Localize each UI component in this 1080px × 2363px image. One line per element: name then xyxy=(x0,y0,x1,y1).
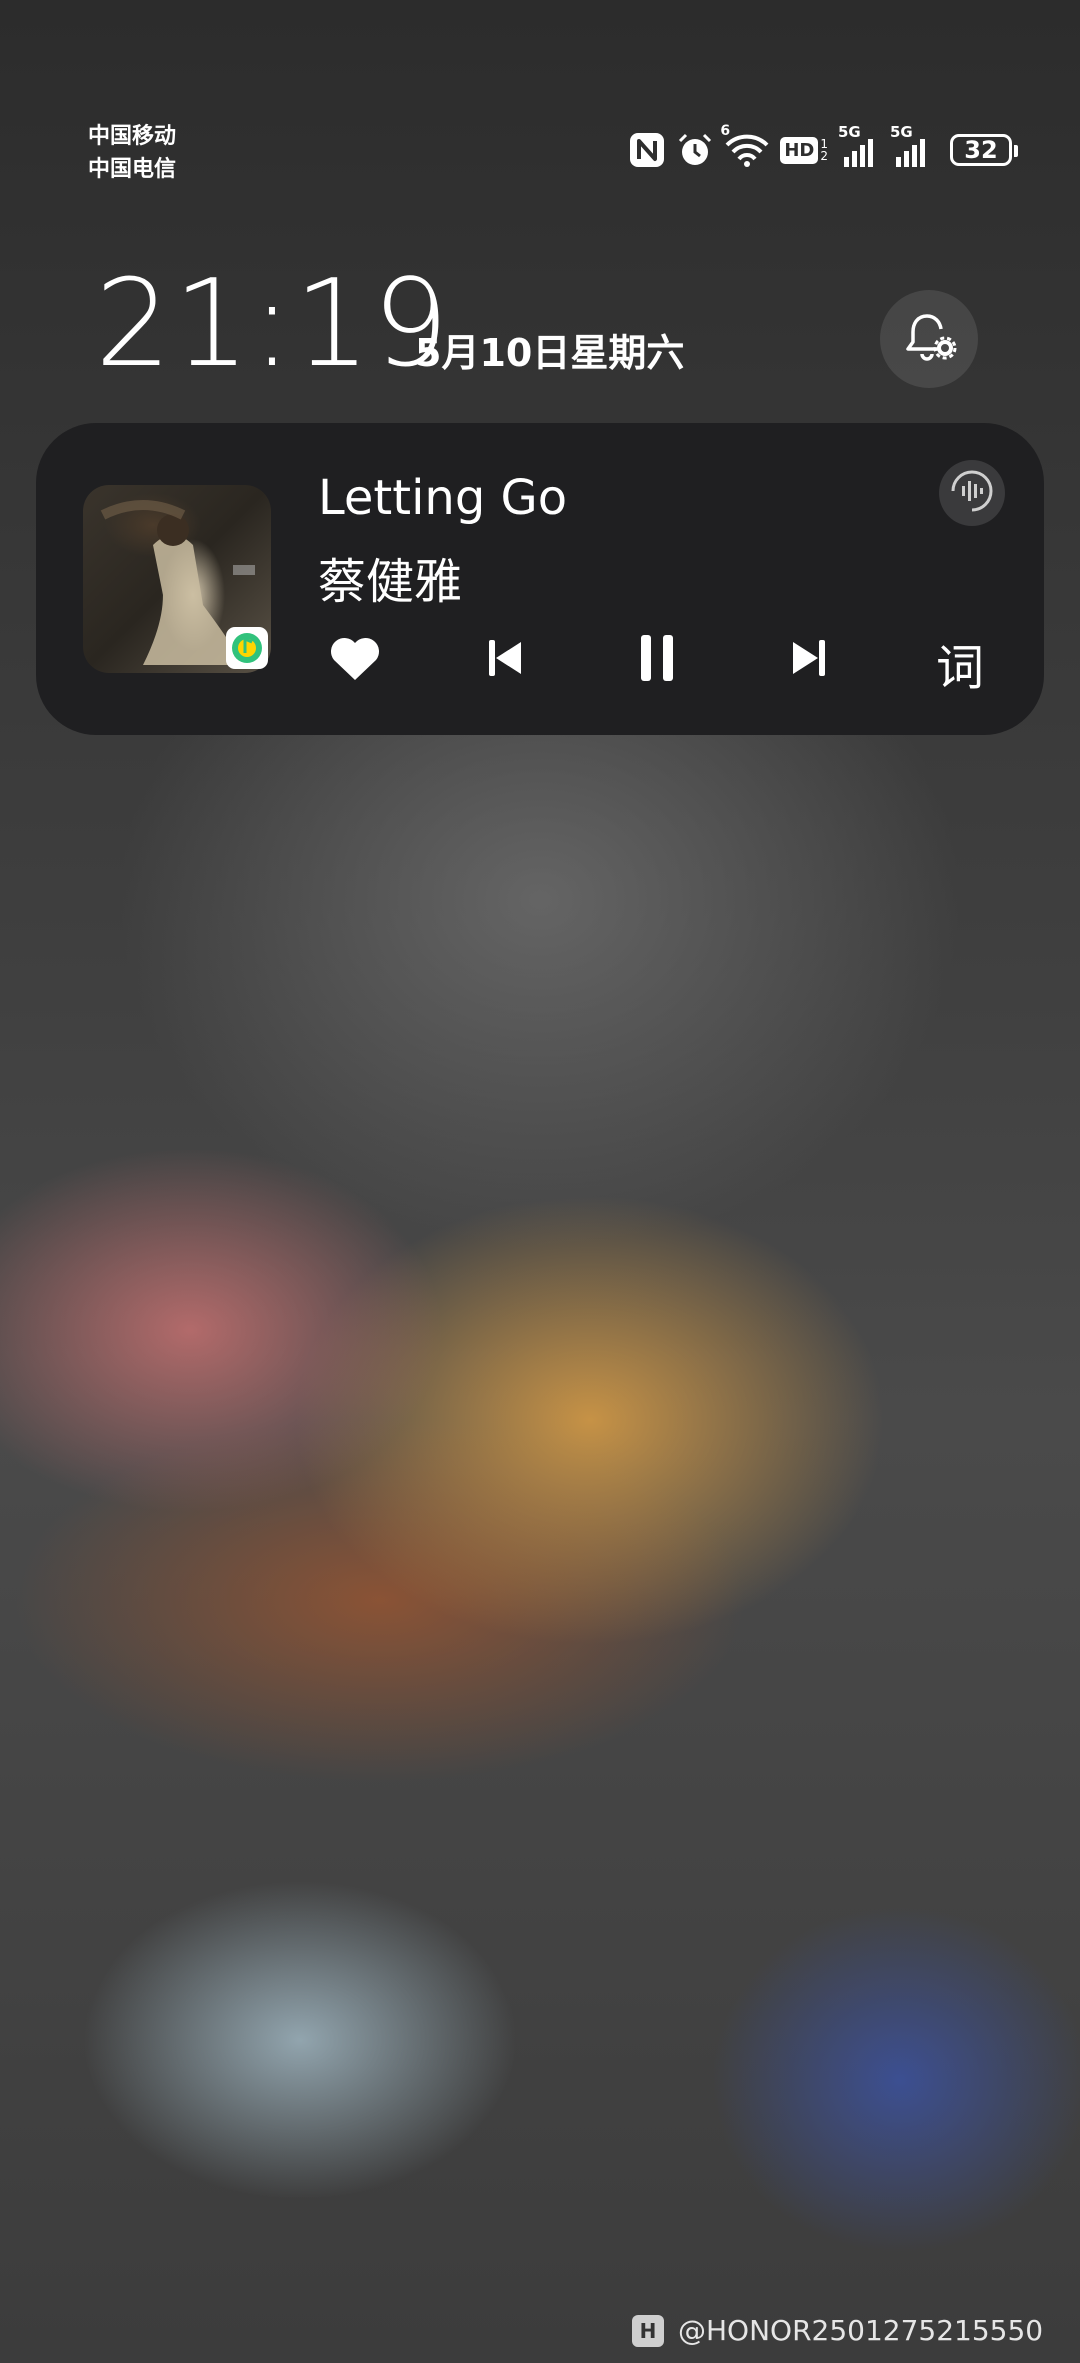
signal-icon: 5G xyxy=(838,123,880,169)
hd-sim-label: 1 2 xyxy=(820,137,828,163)
carrier-2: 中国电信 xyxy=(88,157,177,182)
watermark: H @HONOR2501275215550 xyxy=(632,2314,1043,2347)
notification-settings-button[interactable] xyxy=(880,290,978,388)
wifi-label: 6 xyxy=(720,123,731,139)
song-artist: 蔡健雅 xyxy=(318,554,463,610)
honor-logo-icon: H xyxy=(632,2314,664,2347)
carrier-1: 中国移动 xyxy=(88,124,177,149)
carrier-info: 中国移动 中国电信 xyxy=(88,120,176,186)
wifi-icon: 6 xyxy=(720,123,770,169)
net2-label: 5G xyxy=(890,123,913,141)
next-track-button[interactable] xyxy=(779,630,839,690)
status-icons: 6 HD 1 2 5G 5G 32 xyxy=(628,123,1018,172)
hd-label: HD xyxy=(780,136,819,164)
next-track-icon xyxy=(787,636,831,684)
song-title: Letting Go xyxy=(318,470,568,526)
favorite-heart-icon xyxy=(328,634,382,686)
battery-level: 32 xyxy=(950,134,1018,166)
battery-icon: 32 xyxy=(950,134,1018,166)
sound-effects-button[interactable] xyxy=(939,460,1005,526)
nfc-icon xyxy=(628,131,666,169)
favorite-button[interactable] xyxy=(325,630,385,690)
pause-icon xyxy=(635,633,679,687)
lyrics-button[interactable]: 词 xyxy=(936,628,984,698)
hd-voice-icon: HD 1 2 xyxy=(780,136,828,164)
alarm-icon xyxy=(676,131,714,169)
previous-track-icon xyxy=(483,636,527,684)
qq-music-app-icon xyxy=(226,627,268,669)
watermark-text: @HONOR2501275215550 xyxy=(678,2314,1044,2347)
sound-effects-icon xyxy=(945,464,999,522)
pause-button[interactable] xyxy=(627,630,687,690)
net1-label: 5G xyxy=(838,123,861,141)
previous-track-button[interactable] xyxy=(475,630,535,690)
signal-icon: 5G xyxy=(890,123,932,169)
clock-time: 21:19 xyxy=(95,255,451,394)
clock-date: 5月10日星期六 xyxy=(415,331,685,375)
bell-settings-icon xyxy=(898,306,960,372)
